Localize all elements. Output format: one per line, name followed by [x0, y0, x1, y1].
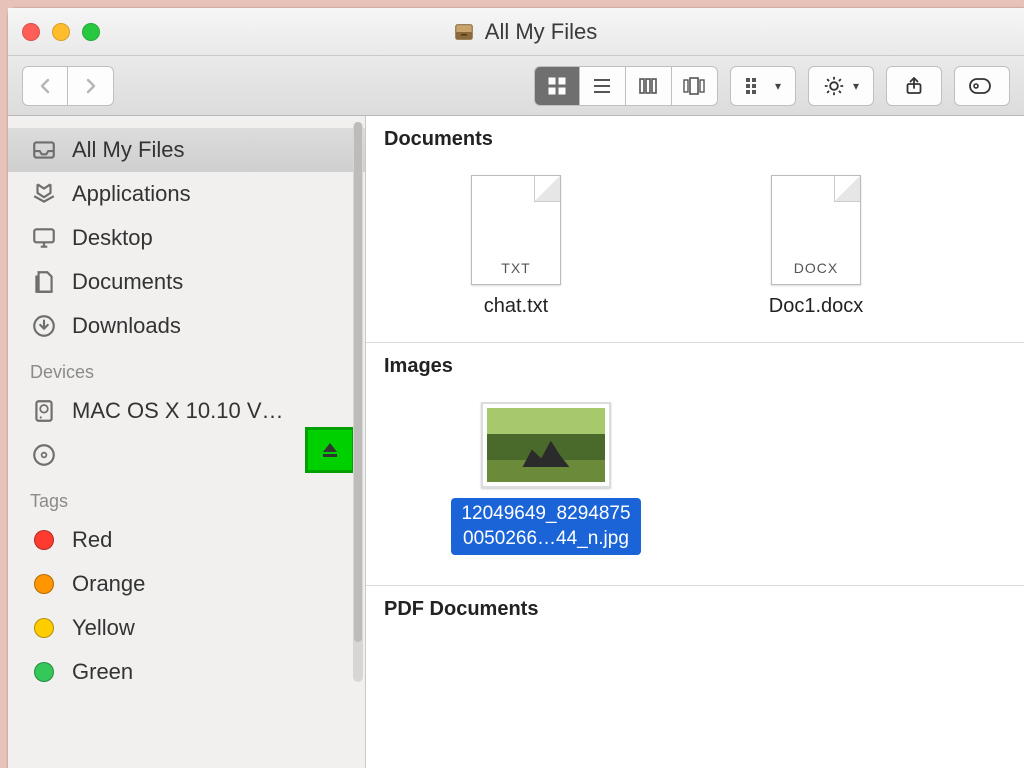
section-devices-label: Devices — [8, 348, 365, 389]
traffic-lights — [22, 23, 100, 41]
group-title: Images — [366, 343, 1024, 384]
sidebar-item-label: Desktop — [72, 225, 153, 251]
downloads-icon — [30, 312, 58, 340]
sidebar: All My Files Applications Desktop Docume… — [8, 116, 366, 768]
file-item-selected[interactable]: 12049649_8294875 0050266…44_n.jpg — [426, 402, 666, 555]
sidebar-item-label: All My Files — [72, 137, 184, 163]
file-name: chat.txt — [484, 295, 548, 318]
disc-icon — [30, 441, 58, 469]
section-tags-label: Tags — [8, 477, 365, 518]
view-icons-button[interactable] — [534, 66, 580, 106]
hdd-icon — [30, 397, 58, 425]
group-title: Documents — [366, 116, 1024, 157]
tag-dot-icon — [30, 526, 58, 554]
chevron-down-icon: ▾ — [853, 79, 859, 93]
sidebar-item-downloads[interactable]: Downloads — [8, 304, 365, 348]
sidebar-tag-orange[interactable]: Orange — [8, 562, 365, 606]
back-button[interactable] — [22, 66, 68, 106]
action-dropdown[interactable]: ▾ — [808, 66, 874, 106]
sidebar-item-label: Red — [72, 527, 112, 553]
sidebar-item-label: Documents — [72, 269, 183, 295]
annotation-highlight — [305, 427, 355, 473]
minimize-window-button[interactable] — [52, 23, 70, 41]
section-favorites-label — [8, 118, 365, 128]
sidebar-item-label: Applications — [72, 181, 191, 207]
window-body: All My Files Applications Desktop Docume… — [8, 116, 1024, 768]
sidebar-item-label: Orange — [72, 571, 145, 597]
sidebar-item-documents[interactable]: Documents — [8, 260, 365, 304]
tag-dot-icon — [30, 570, 58, 598]
zoom-window-button[interactable] — [82, 23, 100, 41]
view-list-button[interactable] — [580, 66, 626, 106]
file-name-selected: 12049649_8294875 0050266…44_n.jpg — [451, 498, 640, 555]
sidebar-item-desktop[interactable]: Desktop — [8, 216, 365, 260]
file-name: Doc1.docx — [769, 295, 864, 318]
tray-icon — [30, 136, 58, 164]
sidebar-item-label: Yellow — [72, 615, 135, 641]
window-title: All My Files — [100, 19, 950, 45]
sidebar-scrollbar[interactable] — [353, 122, 363, 682]
sidebar-item-label: MAC OS X 10.10 V… — [72, 398, 284, 424]
apps-icon — [30, 180, 58, 208]
file-item[interactable]: DOCX Doc1.docx — [726, 175, 906, 318]
finder-window: All My Files — [8, 8, 1024, 768]
tag-dot-icon — [30, 614, 58, 642]
group-documents: Documents TXT chat.txt DOCX Doc1.docx — [366, 116, 1024, 343]
tags-button[interactable] — [954, 66, 1010, 106]
file-item[interactable]: TXT chat.txt — [426, 175, 606, 318]
nav-back-forward — [22, 66, 114, 106]
documents-icon — [30, 268, 58, 296]
chevron-down-icon: ▾ — [775, 79, 781, 93]
view-mode-segmented — [534, 66, 718, 106]
sidebar-item-applications[interactable]: Applications — [8, 172, 365, 216]
sidebar-item-all-my-files[interactable]: All My Files — [8, 128, 365, 172]
sidebar-tag-yellow[interactable]: Yellow — [8, 606, 365, 650]
sidebar-item-optical-disc[interactable] — [8, 433, 365, 477]
eject-icon[interactable] — [320, 440, 340, 460]
image-thumbnail — [481, 402, 611, 488]
tray-icon — [453, 21, 475, 43]
toolbar: ▾ ▾ — [8, 56, 1024, 116]
group-images: Images 12049649_8294875 0050266…44_n.jpg — [366, 343, 1024, 586]
group-title: PDF Documents — [366, 586, 1024, 627]
view-coverflow-button[interactable] — [672, 66, 718, 106]
file-docx-icon: DOCX — [771, 175, 861, 285]
view-columns-button[interactable] — [626, 66, 672, 106]
forward-button[interactable] — [68, 66, 114, 106]
share-button[interactable] — [886, 66, 942, 106]
arrange-dropdown[interactable]: ▾ — [730, 66, 796, 106]
content-area: Documents TXT chat.txt DOCX Doc1.docx Im… — [366, 116, 1024, 768]
sidebar-item-label: Downloads — [72, 313, 181, 339]
desktop-icon — [30, 224, 58, 252]
tag-dot-icon — [30, 658, 58, 686]
window-title-text: All My Files — [485, 19, 597, 45]
sidebar-tag-green[interactable]: Green — [8, 650, 365, 694]
sidebar-item-label: Green — [72, 659, 133, 685]
file-txt-icon: TXT — [471, 175, 561, 285]
close-window-button[interactable] — [22, 23, 40, 41]
sidebar-tag-red[interactable]: Red — [8, 518, 365, 562]
titlebar: All My Files — [8, 8, 1024, 56]
group-pdf-documents: PDF Documents — [366, 586, 1024, 627]
